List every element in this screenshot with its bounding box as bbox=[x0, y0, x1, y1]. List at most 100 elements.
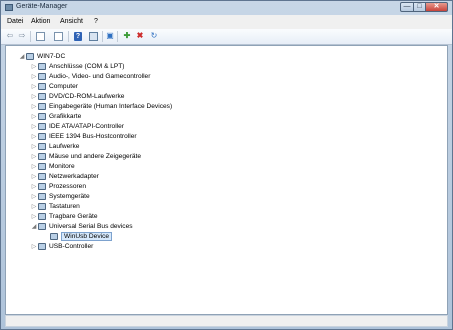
expander-icon[interactable]: ▷ bbox=[30, 173, 38, 180]
close-button[interactable]: ✕ bbox=[426, 2, 448, 12]
expander-icon[interactable]: ▷ bbox=[30, 83, 38, 90]
port-icon bbox=[38, 62, 46, 70]
tree-node-winusb-device[interactable]: WinUsb Device bbox=[42, 231, 113, 241]
maximize-button[interactable]: □ bbox=[414, 2, 426, 12]
tree-node-mice[interactable]: ▷ Mäuse und andere Zeigegeräte bbox=[30, 151, 141, 161]
expander-icon[interactable]: ▷ bbox=[30, 103, 38, 110]
system-device-icon bbox=[38, 192, 46, 200]
tree-node-network[interactable]: ▷ Netzwerkadapter bbox=[30, 171, 99, 181]
tree-node-label: Anschlüsse (COM & LPT) bbox=[49, 62, 125, 70]
menu-aktion[interactable]: Aktion bbox=[31, 18, 50, 25]
tree-node-label: IDE ATA/ATAPI-Controller bbox=[49, 122, 124, 130]
tree-node-dvd[interactable]: ▷ DVD/CD-ROM-Laufwerke bbox=[30, 91, 124, 101]
menu-bar: Datei Aktion Ansicht ? bbox=[1, 15, 452, 30]
tree-node-label: Systemgeräte bbox=[49, 192, 90, 200]
tree-node-hid[interactable]: ▷ Eingabegeräte (Human Interface Devices… bbox=[30, 101, 172, 111]
tree-node-audio[interactable]: ▷ Audio-, Video- und Gamecontroller bbox=[30, 71, 150, 81]
expander-icon[interactable]: ▷ bbox=[30, 153, 38, 160]
tree-node-label: Computer bbox=[49, 82, 78, 90]
menu-ansicht[interactable]: Ansicht bbox=[60, 18, 83, 25]
tree-node-usb-devices[interactable]: ◢ Universal Serial Bus devices bbox=[30, 221, 133, 231]
tree-node-label: Netzwerkadapter bbox=[49, 172, 99, 180]
tree-node-computer[interactable]: ▷ Computer bbox=[30, 81, 78, 91]
usb-icon bbox=[38, 222, 46, 230]
toolbar-separator bbox=[68, 31, 69, 42]
display-adapter-icon bbox=[38, 112, 46, 120]
monitor-icon[interactable]: ▣ bbox=[105, 31, 115, 41]
tree-node-label: WIN7-DC bbox=[37, 52, 66, 60]
scan-hardware-icon[interactable]: ↻ bbox=[149, 31, 159, 41]
properties-icon[interactable] bbox=[36, 32, 45, 41]
device-manager-window: Geräte-Manager — □ ✕ Datei Aktion Ansich… bbox=[0, 0, 453, 330]
expander-icon[interactable]: ▷ bbox=[30, 73, 38, 80]
update-driver-icon[interactable]: ✚ bbox=[122, 31, 132, 41]
tree-node-ports[interactable]: ▷ Anschlüsse (COM & LPT) bbox=[30, 61, 124, 71]
device-manager-icon bbox=[5, 4, 13, 11]
tree-node-label: Tastaturen bbox=[49, 202, 80, 210]
help-icon[interactable]: ? bbox=[74, 32, 82, 41]
computer-icon bbox=[26, 52, 34, 60]
expander-icon[interactable]: ▷ bbox=[30, 213, 38, 220]
expander-icon[interactable]: ▷ bbox=[30, 133, 38, 140]
title-bar[interactable]: Geräte-Manager — □ ✕ bbox=[1, 1, 452, 15]
disable-device-icon[interactable]: ✖ bbox=[135, 31, 145, 41]
device-icon[interactable] bbox=[89, 32, 98, 41]
tree-node-ide[interactable]: ▷ IDE ATA/ATAPI-Controller bbox=[30, 121, 124, 131]
tree-node-label: Mäuse und andere Zeigegeräte bbox=[49, 152, 142, 160]
toolbar-separator bbox=[30, 31, 31, 42]
tree-node-label: DVD/CD-ROM-Laufwerke bbox=[49, 92, 125, 100]
tree-node-label: Tragbare Geräte bbox=[49, 212, 98, 220]
tree-node-ieee1394[interactable]: ▷ IEEE 1394 Bus-Hostcontroller bbox=[30, 131, 137, 141]
tree-node-root[interactable]: ◢ WIN7-DC bbox=[18, 51, 65, 61]
expander-icon[interactable]: ▷ bbox=[30, 113, 38, 120]
expander-icon[interactable]: ▷ bbox=[30, 63, 38, 70]
device-tree-panel[interactable]: ◢ WIN7-DC ▷ Anschlüsse (COM & LPT) ▷ Aud… bbox=[5, 45, 448, 315]
speaker-icon bbox=[38, 72, 46, 80]
keyboard-icon bbox=[38, 202, 46, 210]
tree-node-label: Universal Serial Bus devices bbox=[49, 222, 133, 230]
tree-node-processors[interactable]: ▷ Prozessoren bbox=[30, 181, 86, 191]
computer-icon bbox=[38, 82, 46, 90]
expander-icon[interactable]: ◢ bbox=[18, 53, 26, 60]
network-adapter-icon bbox=[38, 172, 46, 180]
tree-node-drives[interactable]: ▷ Laufwerke bbox=[30, 141, 79, 151]
menu-help[interactable]: ? bbox=[94, 18, 98, 25]
tree-node-system[interactable]: ▷ Systemgeräte bbox=[30, 191, 90, 201]
tree-node-label: Prozessoren bbox=[49, 182, 87, 190]
hard-drive-icon bbox=[38, 142, 46, 150]
expander-icon[interactable]: ▷ bbox=[30, 243, 38, 250]
toolbar: ⇦ ⇨ ? ▣ ✚ ✖ ↻ bbox=[1, 29, 452, 45]
expander-icon[interactable]: ◢ bbox=[30, 223, 38, 230]
toolbar-separator bbox=[117, 31, 118, 42]
tree-node-label: IEEE 1394 Bus-Hostcontroller bbox=[49, 132, 137, 140]
expander-icon[interactable]: ▷ bbox=[30, 123, 38, 130]
expander-icon[interactable]: ▷ bbox=[30, 93, 38, 100]
tree-node-monitors[interactable]: ▷ Monitore bbox=[30, 161, 75, 171]
expander-icon[interactable]: ▷ bbox=[30, 203, 38, 210]
caption-buttons: — □ ✕ bbox=[400, 2, 448, 12]
expander-icon[interactable]: ▷ bbox=[30, 183, 38, 190]
tree-node-display[interactable]: ▷ Grafikkarte bbox=[30, 111, 81, 121]
doc-icon[interactable] bbox=[54, 32, 63, 41]
back-arrow-icon[interactable]: ⇦ bbox=[5, 31, 15, 41]
toolbar-separator bbox=[102, 31, 103, 42]
menu-datei[interactable]: Datei bbox=[7, 18, 23, 25]
tree-node-label: Eingabegeräte (Human Interface Devices) bbox=[49, 102, 173, 110]
input-device-icon bbox=[38, 102, 46, 110]
status-bar bbox=[5, 315, 448, 327]
window-title: Geräte-Manager bbox=[16, 3, 68, 10]
ide-controller-icon bbox=[38, 122, 46, 130]
expander-icon[interactable]: ▷ bbox=[30, 143, 38, 150]
tree-node-label: Laufwerke bbox=[49, 142, 80, 150]
forward-arrow-icon[interactable]: ⇨ bbox=[17, 31, 27, 41]
tree-node-keyboards[interactable]: ▷ Tastaturen bbox=[30, 201, 80, 211]
disc-drive-icon bbox=[38, 92, 46, 100]
expander-icon[interactable]: ▷ bbox=[30, 193, 38, 200]
tree-node-usb-controller[interactable]: ▷ USB-Controller bbox=[30, 241, 93, 251]
tree-node-label: Grafikkarte bbox=[49, 112, 82, 120]
expander-icon[interactable]: ▷ bbox=[30, 163, 38, 170]
ieee1394-icon bbox=[38, 132, 46, 140]
tree-node-portable[interactable]: ▷ Tragbare Geräte bbox=[30, 211, 98, 221]
minimize-button[interactable]: — bbox=[400, 2, 414, 12]
mouse-icon bbox=[38, 152, 46, 160]
